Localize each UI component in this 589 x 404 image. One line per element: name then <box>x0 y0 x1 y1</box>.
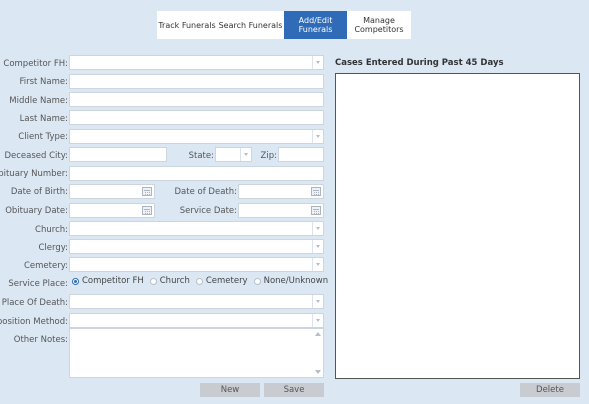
radio-cemetery[interactable]: Cemetery <box>195 276 248 286</box>
last-name-input[interactable] <box>69 110 324 125</box>
chevron-down-icon <box>312 56 323 69</box>
radio-selected-icon <box>72 277 79 285</box>
calendar-icon[interactable] <box>311 206 321 215</box>
radio-empty-icon <box>195 277 203 285</box>
new-button[interactable]: New <box>200 383 260 397</box>
scroll-up-icon[interactable] <box>315 332 321 336</box>
church-label: Church: <box>35 225 68 235</box>
tab-search-funerals[interactable]: Search Funerals <box>217 11 284 39</box>
date-of-death-label: Date of Death: <box>174 187 237 197</box>
radio-none-unknown[interactable]: None/Unknown <box>253 276 328 286</box>
calendar-icon[interactable] <box>311 187 321 196</box>
place-of-death-select[interactable] <box>69 294 324 309</box>
cases-list[interactable] <box>335 73 580 379</box>
church-select[interactable] <box>69 221 324 236</box>
state-label: State: <box>188 151 214 161</box>
service-date-label: Service Date: <box>179 206 237 216</box>
clergy-label: Clergy: <box>38 243 68 253</box>
zip-label: Zip: <box>260 151 277 161</box>
chevron-down-icon <box>312 258 323 271</box>
first-name-label: First Name: <box>19 77 68 87</box>
scrollbar[interactable] <box>313 329 323 377</box>
obituary-number-input[interactable] <box>69 166 324 181</box>
state-select[interactable] <box>215 147 252 162</box>
obituary-date-label: Obituary Date: <box>5 206 68 216</box>
chevron-down-icon <box>312 240 323 253</box>
deceased-city-input[interactable] <box>69 147 167 162</box>
radio-empty-icon <box>253 277 261 285</box>
competitor-fh-label: Competitor FH: <box>3 59 68 69</box>
chevron-down-icon <box>312 222 323 235</box>
obituary-number-label: Obituary Number: <box>0 169 68 179</box>
radio-competitor-fh[interactable]: Competitor FH <box>72 276 144 286</box>
calendar-icon[interactable] <box>142 206 152 215</box>
calendar-icon[interactable] <box>142 187 152 196</box>
date-of-death-input[interactable] <box>238 184 324 199</box>
tab-manage-competitors[interactable]: Manage Competitors <box>347 11 411 39</box>
other-notes-label: Other Notes: <box>13 335 68 345</box>
save-button[interactable]: Save <box>264 383 324 397</box>
clergy-select[interactable] <box>69 239 324 254</box>
nav-tabs: Track Funerals Search Funerals Add/Edit … <box>157 11 411 39</box>
first-name-input[interactable] <box>69 74 324 89</box>
scroll-down-icon[interactable] <box>315 370 321 374</box>
middle-name-label: Middle Name: <box>9 96 68 106</box>
radio-church[interactable]: Church <box>149 276 190 286</box>
chevron-down-icon <box>312 130 323 143</box>
zip-input[interactable] <box>278 147 324 162</box>
chevron-down-icon <box>240 148 251 161</box>
cases-panel-title: Cases Entered During Past 45 Days <box>335 58 504 68</box>
obituary-date-input[interactable] <box>69 203 155 218</box>
last-name-label: Last Name: <box>19 114 68 124</box>
service-place-label: Service Place: <box>8 279 68 289</box>
cemetery-label: Cemetery: <box>23 261 68 271</box>
service-place-radio-group: Competitor FH Church Cemetery None/Unkno… <box>72 276 334 286</box>
chevron-down-icon <box>312 314 323 327</box>
middle-name-input[interactable] <box>69 92 324 107</box>
client-type-label: Client Type: <box>18 132 68 142</box>
disposition-method-label: isposition Method: <box>0 317 68 327</box>
delete-button[interactable]: Delete <box>520 383 580 397</box>
cemetery-select[interactable] <box>69 257 324 272</box>
radio-empty-icon <box>149 277 157 285</box>
disposition-method-select[interactable] <box>69 313 324 328</box>
date-of-birth-input[interactable] <box>69 184 155 199</box>
date-of-birth-label: Date of Birth: <box>10 187 68 197</box>
place-of-death-label: Place Of Death: <box>1 298 68 308</box>
service-date-input[interactable] <box>238 203 324 218</box>
deceased-city-label: Deceased City: <box>4 151 68 161</box>
tab-add-edit-funerals[interactable]: Add/Edit Funerals <box>284 11 347 39</box>
chevron-down-icon <box>312 295 323 308</box>
competitor-fh-select[interactable] <box>69 55 324 70</box>
other-notes-textarea[interactable] <box>69 328 324 378</box>
client-type-select[interactable] <box>69 129 324 144</box>
tab-track-funerals[interactable]: Track Funerals <box>157 11 217 39</box>
